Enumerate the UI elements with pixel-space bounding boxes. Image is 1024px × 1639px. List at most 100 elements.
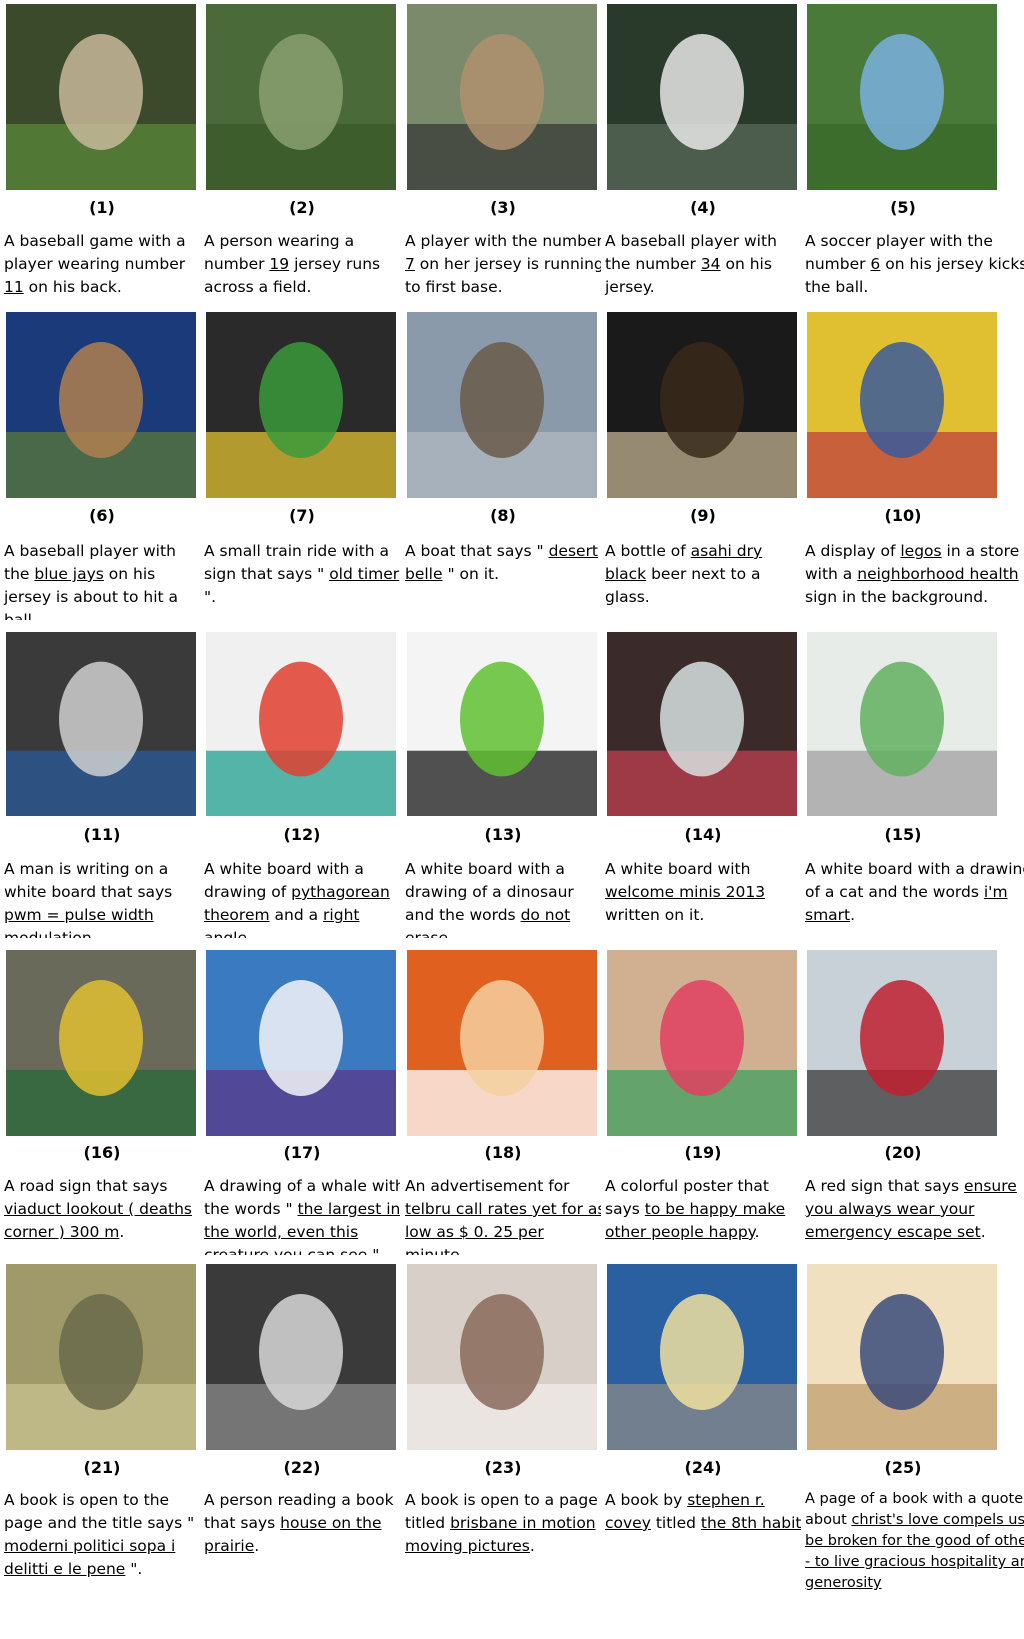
old-book-image [6,1264,196,1450]
image-number: (22) [283,1458,321,1477]
image-number: (19) [684,1143,722,1162]
caption-highlight: christ's love compels us to be broken fo… [805,1512,1024,1591]
pythagorean-board-image [206,632,396,816]
image-caption: A white board with welcome minis 2013 wr… [605,860,766,924]
caption-highlight: legos [900,542,942,560]
image-caption: A baseball game with a player wearing nu… [4,232,186,296]
pitcher-image [607,4,797,190]
caption-highlight: the 8th habit [700,1514,801,1532]
image-number: (9) [690,506,716,525]
image-caption: A man is writing on a white board that s… [4,858,200,938]
cat-board-image [807,632,997,816]
image-caption: A person wearing a number 19 jersey runs… [204,232,381,296]
grid-cell-magazine: (23) A book is open to a page titled bris… [401,1264,601,1639]
image-caption: A baseball player with the number 34 on … [605,232,777,296]
image-caption: A player with the number 7 on her jersey… [405,232,601,296]
grid-cell-pitcher: (4) A baseball player with the number 34 … [601,4,801,310]
grid-cell-happy-poster: (19) A colorful poster that says to be ha… [601,950,801,1255]
image-caption: A book is open to the page and the title… [4,1491,195,1578]
caption-highlight: pythagorean theorem [204,883,390,924]
lego-display-image [807,312,997,498]
grid-cell-blue-jays-batter: (6) A baseball player with the blue jays … [0,312,200,620]
image-caption-grid: (1) A baseball game with a player wearing… [0,0,1024,1635]
image-number: (6) [89,506,115,525]
image-number: (13) [484,825,522,844]
magazine-image [407,1264,597,1450]
image-number: (14) [684,825,722,844]
image-number: (4) [690,198,716,217]
image-number: (12) [283,825,321,844]
baseball-illustration-image [6,4,196,190]
grid-cell-man-whiteboard: (11) A man is writing on a white board th… [0,632,200,938]
image-caption: A white board with a drawing of pythagor… [204,858,400,938]
grid-cell-welcome-board: (14) A white board with welcome minis 201… [601,632,801,938]
caption-highlight: to be happy make other people happy [605,1200,786,1241]
grid-cell-reading-book: (22) A person reading a book that says ho… [200,1264,400,1639]
image-number: (7) [289,506,315,525]
image-caption: A baseball player with the blue jays on … [4,542,179,620]
caption-highlight: i'm smart [805,883,1008,924]
field-runner-image [206,4,396,190]
grid-cell-boat-dock: (8) A boat that says " desert belle " on … [401,312,601,620]
image-caption: An advertisement for telbru call rates y… [405,1175,601,1255]
asahi-beer-image [607,312,797,498]
grid-cell-softball-player: (3) A player with the number 7 on her jer… [401,4,601,310]
image-caption: A bottle of asahi dry black beer next to… [605,542,763,606]
telbru-ad-image [407,950,597,1136]
caption-highlight: old timer [329,565,400,583]
blue-jays-batter-image [6,312,196,498]
image-number: (25) [884,1458,922,1477]
caption-highlight: telbru call rates yet for as low as $ 0.… [405,1200,601,1255]
grid-cell-pythagorean-board: (12) A white board with a drawing of pyth… [200,632,400,938]
caption-highlight: 19 [269,255,290,273]
image-number: (1) [89,198,115,217]
image-caption: A book is open to a page titled brisbane… [405,1491,598,1555]
caption-highlight: pwm = pulse width modulation [4,906,154,938]
image-caption: A drawing of a whale with the words " th… [204,1175,400,1255]
caption-highlight: viaduct lookout ( deaths corner ) 300 m [4,1200,192,1241]
grid-cell-field-runner: (2) A person wearing a number 19 jersey r… [200,4,400,310]
grid-cell-old-book: (21) A book is open to the page and the t… [0,1264,200,1639]
caption-highlight: do not erase [405,906,571,938]
grid-cell-red-sign: (20) A red sign that says ensure you alwa… [801,950,1024,1255]
grid-cell-toy-train: (7) A small train ride with a sign that s… [200,312,400,620]
caption-highlight: house on the prairie [204,1514,382,1555]
image-caption: A red sign that says ensure you always w… [805,1177,1017,1241]
image-number: (10) [884,506,922,525]
caption-highlight: 34 [700,255,721,273]
image-number: (11) [83,825,121,844]
image-caption: A book by stephen r. covey titled the 8t… [605,1491,801,1532]
caption-highlight: asahi dry black [605,542,763,583]
image-caption: A page of a book with a quote about chri… [805,1489,1024,1594]
image-caption: A person reading a book that says house … [204,1491,394,1555]
softball-player-image [407,4,597,190]
image-number: (5) [890,198,916,217]
reading-book-image [206,1264,396,1450]
grid-cell-whale-drawing: (17) A drawing of a whale with the words … [200,950,400,1255]
caption-highlight: 6 [870,255,881,273]
dinosaur-board-image [407,632,597,816]
grid-cell-telbru-ad: (18) An advertisement for telbru call rat… [401,950,601,1255]
image-caption: A white board with a drawing of a cat an… [805,860,1024,924]
grid-cell-asahi-beer: (9) A bottle of asahi dry black beer next… [601,312,801,620]
boat-dock-image [407,312,597,498]
image-caption: A soccer player with the number 6 on his… [805,232,1024,296]
image-caption: A white board with a drawing of a dinosa… [405,858,601,938]
welcome-board-image [607,632,797,816]
grid-cell-road-sign: (16) A road sign that says viaduct lookou… [0,950,200,1255]
caption-highlight: 11 [4,278,24,296]
grid-cell-baseball-illustration: (1) A baseball game with a player wearing… [0,4,200,310]
toy-train-image [206,312,396,498]
image-caption: A small train ride with a sign that says… [204,542,400,606]
grid-cell-quote-page: (25) A page of a book with a quote about … [801,1264,1024,1639]
image-number: (2) [289,198,315,217]
image-caption: A display of legos in a store with a nei… [805,542,1020,606]
image-caption: A road sign that says viaduct lookout ( … [4,1177,192,1241]
man-whiteboard-image [6,632,196,816]
caption-highlight: blue jays [34,565,104,583]
image-number: (18) [484,1143,522,1162]
caption-highlight: 7 [405,255,415,273]
image-number: (21) [83,1458,121,1477]
caption-highlight: moderni politici sopa i delitti e le pen… [4,1537,176,1578]
image-number: (3) [490,198,516,217]
